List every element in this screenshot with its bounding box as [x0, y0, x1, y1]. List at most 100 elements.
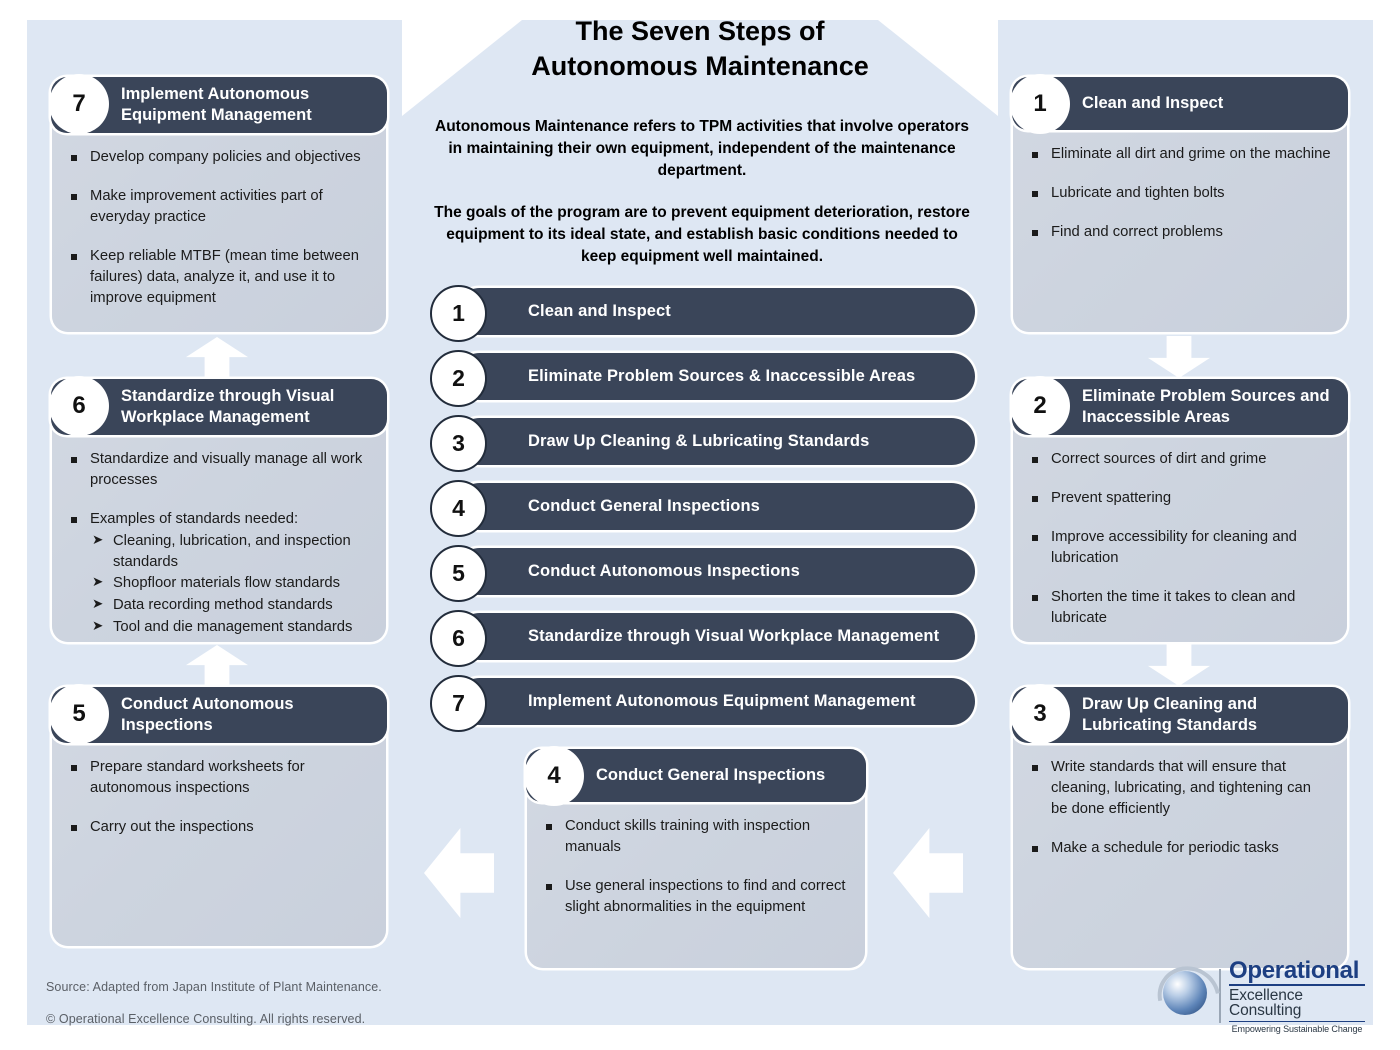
list-item: ➤ Tool and die management standards: [90, 617, 370, 638]
list-item: Prevent spattering: [1027, 488, 1331, 509]
step-card-1[interactable]: 1 Clean and Inspect Eliminate all dirt a…: [1010, 74, 1348, 332]
step-card-body: Develop company policies and objectives …: [52, 133, 386, 319]
step-list-label: Standardize through Visual Workplace Man…: [528, 627, 940, 645]
step-list-number-badge: 3: [430, 415, 487, 472]
step-list-item-3[interactable]: Draw Up Cleaning & Lubricating Standards…: [430, 415, 975, 472]
list-item: Examples of standards needed: ➤ Cleaning,…: [66, 509, 370, 638]
step-list-number-badge: 2: [430, 350, 487, 407]
list-item: Keep reliable MTBF (mean time between fa…: [66, 246, 370, 309]
bullet-text: Develop company policies and objectives: [90, 149, 361, 165]
step-list-number-badge: 7: [430, 675, 487, 732]
step-card-bullet-list: Correct sources of dirt and grime Preven…: [1027, 449, 1331, 629]
page-title-line-1: The Seven Steps of: [575, 16, 825, 46]
step-card-6[interactable]: 6 Standardize through Visual Workplace M…: [49, 376, 387, 642]
bullet-text: Write standards that will ensure that cl…: [1051, 759, 1311, 817]
bullet-text: Shorten the time it takes to clean and l…: [1051, 589, 1296, 626]
list-item: Develop company policies and objectives: [66, 147, 370, 168]
bullet-text: Prepare standard worksheets for autonomo…: [90, 759, 305, 796]
list-item: Conduct skills training with inspection …: [541, 816, 849, 858]
step-list-item-2[interactable]: Eliminate Problem Sources & Inaccessible…: [430, 350, 975, 407]
step-list-bar: Standardize through Visual Workplace Man…: [456, 613, 975, 660]
step-card-header: 2 Eliminate Problem Sources and Inaccess…: [1010, 376, 1348, 436]
bullet-square-icon: [1032, 846, 1038, 852]
arrow-bullet-icon: ➤: [92, 532, 104, 547]
step-card-2[interactable]: 2 Eliminate Problem Sources and Inaccess…: [1010, 376, 1348, 642]
step-card-body: Conduct skills training with inspection …: [527, 802, 865, 928]
step-card-title: Eliminate Problem Sources and Inaccessib…: [1082, 386, 1330, 426]
bullet-text: Lubricate and tighten bolts: [1051, 185, 1225, 201]
step-card-4[interactable]: 4 Conduct General Inspections Conduct sk…: [524, 746, 866, 968]
step-list-item-4[interactable]: Conduct General Inspections 4: [430, 480, 975, 537]
step-card-number-badge: 2: [1010, 376, 1070, 436]
list-item: Make a schedule for periodic tasks: [1027, 838, 1331, 859]
step-card-header: 6 Standardize through Visual Workplace M…: [49, 376, 387, 436]
step-card-header: 7 Implement Autonomous Equipment Managem…: [49, 74, 387, 134]
step-card-3[interactable]: 3 Draw Up Cleaning and Lubricating Stand…: [1010, 684, 1348, 968]
list-item: Correct sources of dirt and grime: [1027, 449, 1331, 470]
step-card-bullet-list: Write standards that will ensure that cl…: [1027, 757, 1331, 859]
bullet-text: Standardize and visually manage all work…: [90, 451, 363, 488]
list-item: Make improvement activities part of ever…: [66, 186, 370, 228]
step-card-7[interactable]: 7 Implement Autonomous Equipment Managem…: [49, 74, 387, 332]
intro-paragraph-1: Autonomous Maintenance refers to TPM act…: [435, 118, 969, 179]
step-list-number-badge: 6: [430, 610, 487, 667]
step-list-bar: Conduct Autonomous Inspections: [456, 548, 975, 595]
list-item: Use general inspections to find and corr…: [541, 876, 849, 918]
step-card-title: Implement Autonomous Equipment Managemen…: [121, 84, 312, 124]
step-card-bullet-list: Develop company policies and objectives …: [66, 147, 370, 309]
sub-bullet-text: Shopfloor materials flow standards: [113, 575, 340, 592]
step-list-item-5[interactable]: Conduct Autonomous Inspections 5: [430, 545, 975, 602]
step-card-body: Correct sources of dirt and grime Preven…: [1013, 435, 1347, 639]
bullet-text: Carry out the inspections: [90, 819, 254, 835]
bullet-square-icon: [1032, 191, 1038, 197]
globe-icon: [1145, 954, 1233, 1040]
step-card-title: Draw Up Cleaning and Lubricating Standar…: [1082, 694, 1258, 734]
step-card-body: Eliminate all dirt and grime on the mach…: [1013, 130, 1347, 253]
step-card-body: Write standards that will ensure that cl…: [1013, 743, 1347, 869]
bullet-text: Use general inspections to find and corr…: [565, 878, 846, 915]
step-card-title: Standardize through Visual Workplace Man…: [121, 386, 335, 426]
step-list-item-1[interactable]: Clean and Inspect 1: [430, 285, 975, 342]
step-card-bullet-list: Prepare standard worksheets for autonomo…: [66, 757, 370, 838]
intro-paragraph-2: The goals of the program are to prevent …: [434, 204, 970, 265]
step-list-number-badge: 5: [430, 545, 487, 602]
bullet-square-icon: [71, 194, 77, 200]
bullet-square-icon: [1032, 457, 1038, 463]
step-card-header: 5 Conduct Autonomous Inspections: [49, 684, 387, 744]
bullet-square-icon: [71, 155, 77, 161]
step-list-item-6[interactable]: Standardize through Visual Workplace Man…: [430, 610, 975, 667]
bullet-square-icon: [1032, 230, 1038, 236]
source-note: Source: Adapted from Japan Institute of …: [46, 980, 382, 994]
step-card-number-badge: 4: [524, 746, 584, 806]
step-list-bar: Clean and Inspect: [456, 288, 975, 335]
step-list-label: Eliminate Problem Sources & Inaccessible…: [528, 367, 916, 385]
bullet-text: Find and correct problems: [1051, 224, 1223, 240]
step-list-number-badge: 4: [430, 480, 487, 537]
step-list-item-7[interactable]: Implement Autonomous Equipment Managemen…: [430, 675, 975, 732]
list-item: Write standards that will ensure that cl…: [1027, 757, 1331, 820]
step-card-number-badge: 5: [49, 684, 109, 744]
step-list-bar: Implement Autonomous Equipment Managemen…: [456, 678, 975, 725]
bullet-square-icon: [71, 825, 77, 831]
bullet-square-icon: [546, 884, 552, 890]
bullet-text: Examples of standards needed:: [90, 511, 299, 527]
bullet-text: Make a schedule for periodic tasks: [1051, 840, 1279, 856]
bullet-square-icon: [71, 254, 77, 260]
page-title: The Seven Steps of Autonomous Maintenanc…: [400, 14, 1000, 83]
bullet-square-icon: [546, 824, 552, 830]
step-card-number-badge: 1: [1010, 74, 1070, 134]
bullet-text: Prevent spattering: [1051, 490, 1172, 506]
step-list-label: Draw Up Cleaning & Lubricating Standards: [528, 432, 870, 450]
step-list-label: Conduct General Inspections: [528, 497, 760, 515]
bullet-square-icon: [71, 517, 77, 523]
list-item: Prepare standard worksheets for autonomo…: [66, 757, 370, 799]
logo-text: Operational Excellence Consulting Empowe…: [1229, 958, 1365, 1034]
list-item: ➤ Shopfloor materials flow standards: [90, 573, 370, 594]
step-card-bullet-list: Standardize and visually manage all work…: [66, 449, 370, 638]
list-item: Find and correct problems: [1027, 222, 1331, 243]
logo-line-2: Excellence Consulting: [1229, 986, 1365, 1022]
list-item: Carry out the inspections: [66, 817, 370, 838]
bullet-square-icon: [71, 765, 77, 771]
bullet-square-icon: [1032, 765, 1038, 771]
step-card-5[interactable]: 5 Conduct Autonomous Inspections Prepare…: [49, 684, 387, 946]
